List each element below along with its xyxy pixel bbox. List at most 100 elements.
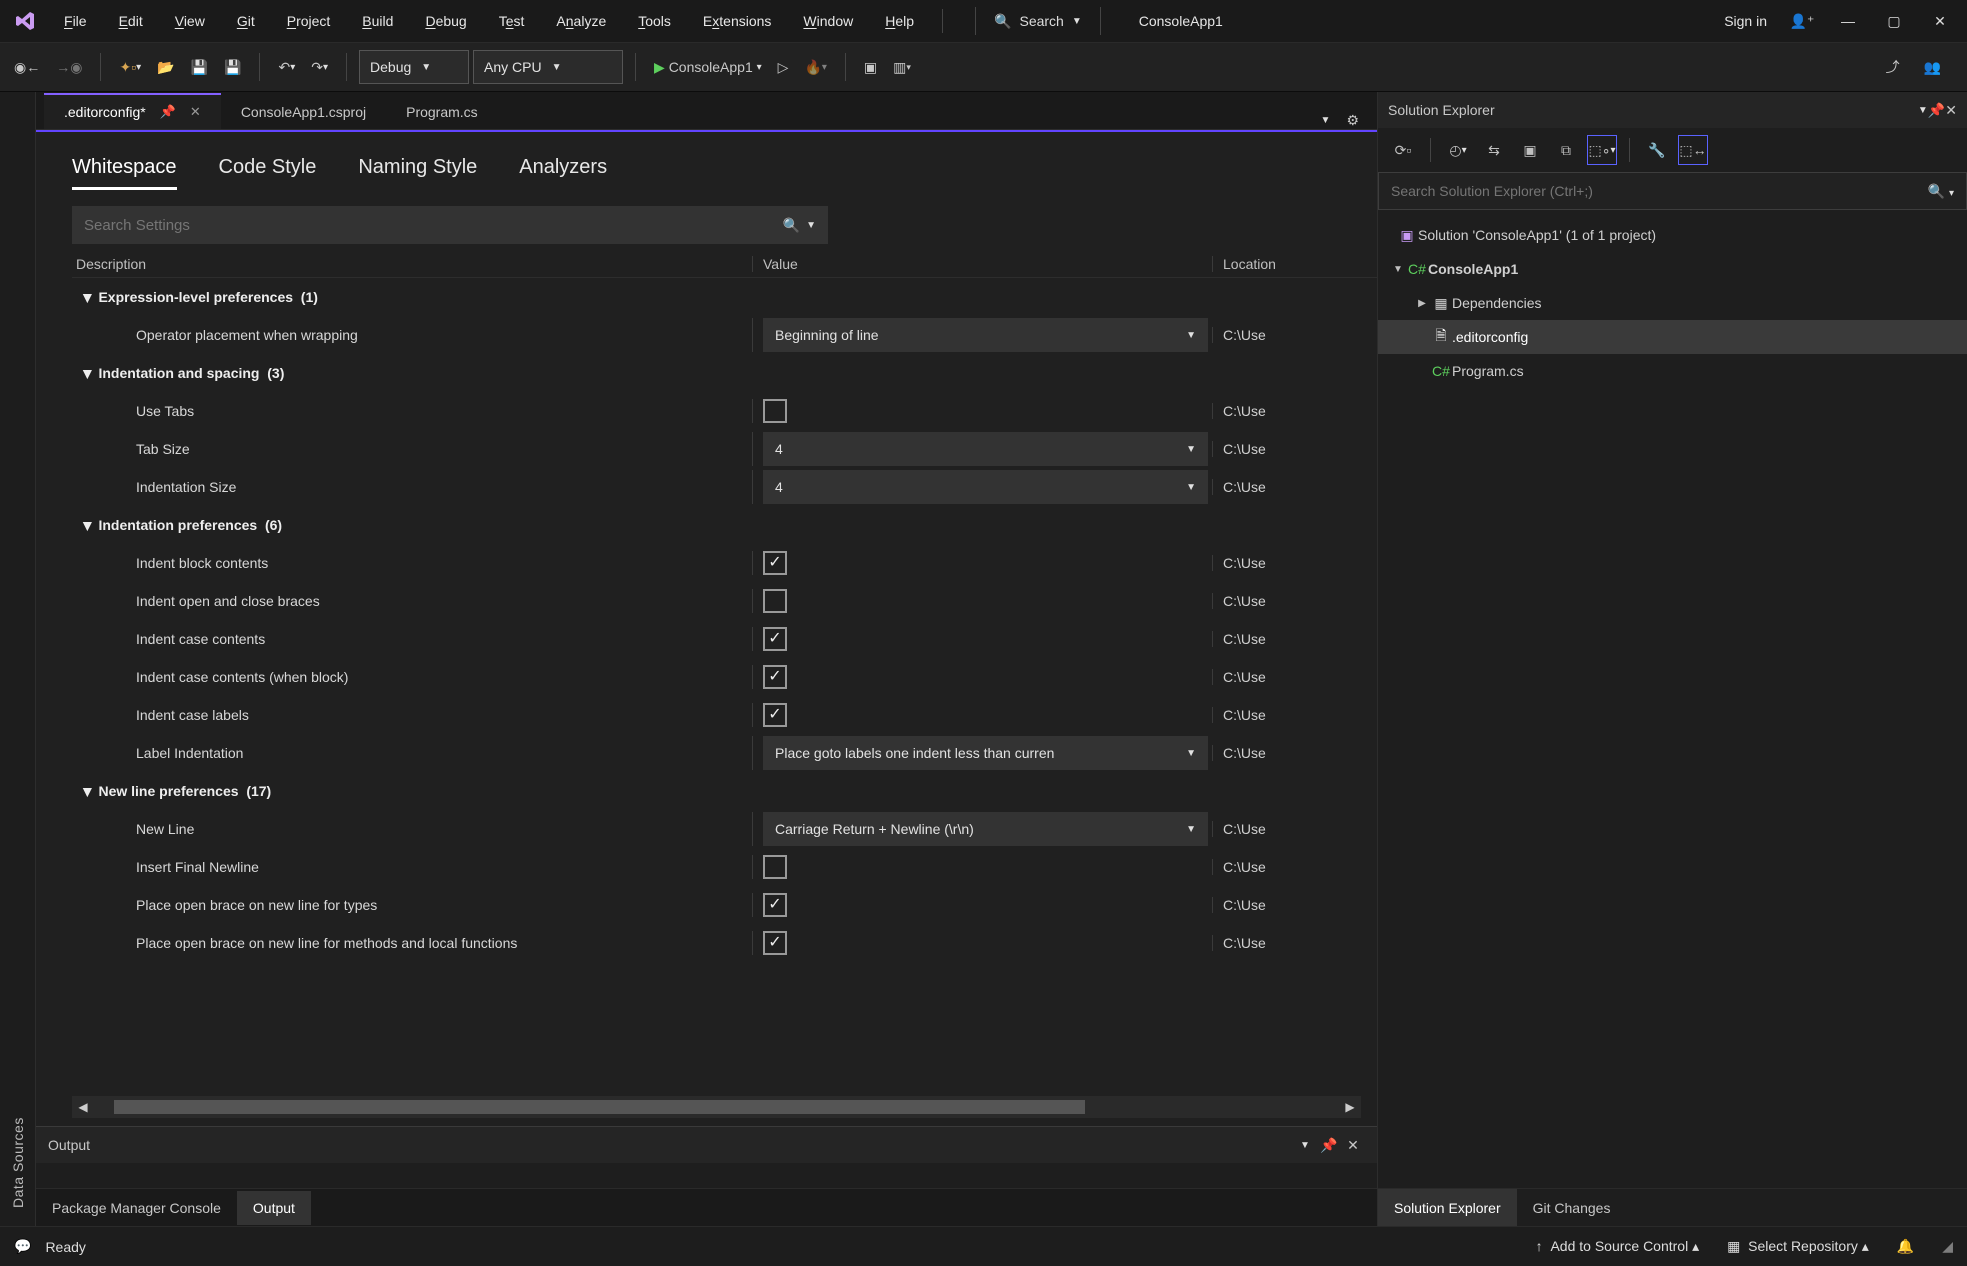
pin-icon[interactable]: 📌 [1928,102,1945,119]
live-share-button[interactable]: 👥 [1918,50,1947,84]
value-dropdown[interactable]: 4▼ [763,432,1208,466]
add-to-source-control[interactable]: ↑ Add to Source Control ▴ [1536,1238,1699,1255]
settings-group[interactable]: ▶Indentation preferences (6) [72,506,1365,544]
settings-group[interactable]: ▶New line preferences (17) [72,772,1365,810]
preview-icon[interactable]: ⬚↔ [1678,135,1708,165]
value-checkbox[interactable] [763,399,787,423]
value-dropdown[interactable]: Place goto labels one indent less than c… [763,736,1208,770]
tab-overflow-icon[interactable]: ▼ [1321,115,1331,126]
menu-debug[interactable]: Debug [411,7,480,35]
toolbox-button[interactable]: ▣ [858,50,883,84]
menu-analyze[interactable]: Analyze [542,7,620,35]
close-icon[interactable]: ✕ [1945,102,1957,119]
tree-project[interactable]: ▼ C# ConsoleApp1 [1378,252,1967,286]
col-value[interactable]: Value [752,256,1212,272]
output-icon[interactable]: 💬 [14,1238,31,1255]
account-icon[interactable]: 👤⁺ [1781,0,1823,42]
subtab-code-style[interactable]: Code Style [219,156,317,190]
history-icon[interactable]: ◴ ▾ [1443,135,1473,165]
left-pane-label[interactable]: Data Sources [10,92,26,1226]
menu-view[interactable]: View [161,7,219,35]
value-dropdown[interactable]: 4▼ [763,470,1208,504]
soltab-git[interactable]: Git Changes [1517,1189,1627,1226]
menu-window[interactable]: Window [789,7,867,35]
pin-icon[interactable]: 📌 [1317,1137,1341,1154]
tab-editorconfig[interactable]: .editorconfig* 📌 ✕ [44,93,221,129]
wrench-icon[interactable]: 🔧 [1642,135,1672,165]
title-search[interactable]: 🔍 Search ▼ [975,7,1101,35]
settings-group[interactable]: ▶Indentation and spacing (3) [72,354,1365,392]
value-checkbox[interactable] [763,589,787,613]
chevron-right-icon[interactable]: ▶ [1414,298,1430,309]
home-icon[interactable]: ⟳▫ [1388,135,1418,165]
tab-programcs[interactable]: Program.cs [386,93,498,129]
open-button[interactable]: 📂 [151,50,180,84]
soltab-explorer[interactable]: Solution Explorer [1378,1189,1517,1226]
menu-help[interactable]: Help [871,7,928,35]
col-description[interactable]: Description [72,256,752,272]
chevron-down-icon[interactable]: ▼ [806,220,816,231]
window-maximize-icon[interactable]: ▢ [1873,0,1915,42]
chevron-down-icon[interactable]: ▼ [1186,330,1196,341]
menu-project[interactable]: Project [273,7,345,35]
menu-file[interactable]: File [50,7,101,35]
subtab-naming-style[interactable]: Naming Style [358,156,477,190]
tree-dependencies[interactable]: ▶ ▦ Dependencies [1378,286,1967,320]
value-checkbox[interactable] [763,931,787,955]
close-icon[interactable]: ✕ [1341,1137,1365,1154]
value-checkbox[interactable] [763,893,787,917]
output-dropdown-icon[interactable]: ▼ [1293,1140,1317,1151]
tree-editorconfig[interactable]: 🗎 .editorconfig [1378,320,1967,354]
solution-search-input[interactable] [1391,183,1928,199]
bottom-tab-pmc[interactable]: Package Manager Console [36,1191,237,1225]
chevron-down-icon[interactable]: ▼ [1186,748,1196,759]
save-button[interactable]: 💾 [185,50,214,84]
tab-csproj[interactable]: ConsoleApp1.csproj [221,93,386,129]
settings-search-input[interactable] [84,217,783,234]
gear-icon[interactable]: ⚙ [1346,112,1359,129]
value-checkbox[interactable] [763,855,787,879]
nav-back-button[interactable]: ◉← [8,50,46,84]
chevron-down-icon[interactable]: ▼ [1186,444,1196,455]
settings-search[interactable]: 🔍 ▼ [72,206,828,244]
scope-icon[interactable]: ⬚∘ ▾ [1587,135,1617,165]
redo-button[interactable]: ↷ ▾ [305,50,334,84]
menu-test[interactable]: Test [485,7,539,35]
share-button[interactable]: ⤴ [1880,50,1906,84]
value-checkbox[interactable] [763,665,787,689]
subtab-whitespace[interactable]: Whitespace [72,156,177,190]
hot-reload-button[interactable]: 🔥 ▾ [798,50,832,84]
value-dropdown[interactable]: Beginning of line▼ [763,318,1208,352]
value-dropdown[interactable]: Carriage Return + Newline (\r\n)▼ [763,812,1208,846]
col-location[interactable]: Location [1212,256,1377,272]
select-repository[interactable]: ▦ Select Repository ▴ [1727,1238,1869,1255]
pin-icon[interactable]: 📌 [160,104,176,120]
scroll-thumb[interactable] [114,1100,1085,1114]
undo-button[interactable]: ↶ ▾ [272,50,301,84]
menu-tools[interactable]: Tools [624,7,685,35]
chevron-down-icon[interactable]: ▼ [1390,264,1406,275]
tree-solution-root[interactable]: ▣ Solution 'ConsoleApp1' (1 of 1 project… [1378,218,1967,252]
start-nodebug-button[interactable]: ▷ [772,50,795,84]
start-debug-button[interactable]: ▶ ConsoleApp1 ▾ [648,50,768,84]
search-icon[interactable]: 🔍 ▾ [1928,183,1954,200]
dock-button[interactable]: ▥ ▾ [887,50,917,84]
scroll-left-icon[interactable]: ◀ [72,1100,94,1114]
menu-build[interactable]: Build [348,7,407,35]
new-item-button[interactable]: ✦▫ ▾ [113,50,147,84]
scroll-right-icon[interactable]: ▶ [1339,1100,1361,1114]
sign-in-link[interactable]: Sign in [1714,13,1777,29]
nav-forward-button[interactable]: →◉ [50,50,88,84]
platform-dropdown[interactable]: Any CPU▼ [473,50,623,84]
bottom-tab-output[interactable]: Output [237,1191,311,1225]
close-icon[interactable]: ✕ [190,104,201,120]
solution-search[interactable]: 🔍 ▾ [1378,172,1967,210]
grid-body[interactable]: ▶Expression-level preferences (1)Operato… [72,278,1377,1090]
window-minimize-icon[interactable]: — [1827,0,1869,42]
chevron-down-icon[interactable]: ▶ [82,522,95,530]
chevron-down-icon[interactable]: ▶ [82,370,95,378]
chevron-down-icon[interactable]: ▶ [82,788,95,796]
value-checkbox[interactable] [763,627,787,651]
sync-icon[interactable]: ⇆ [1479,135,1509,165]
menu-git[interactable]: Git [223,7,269,35]
